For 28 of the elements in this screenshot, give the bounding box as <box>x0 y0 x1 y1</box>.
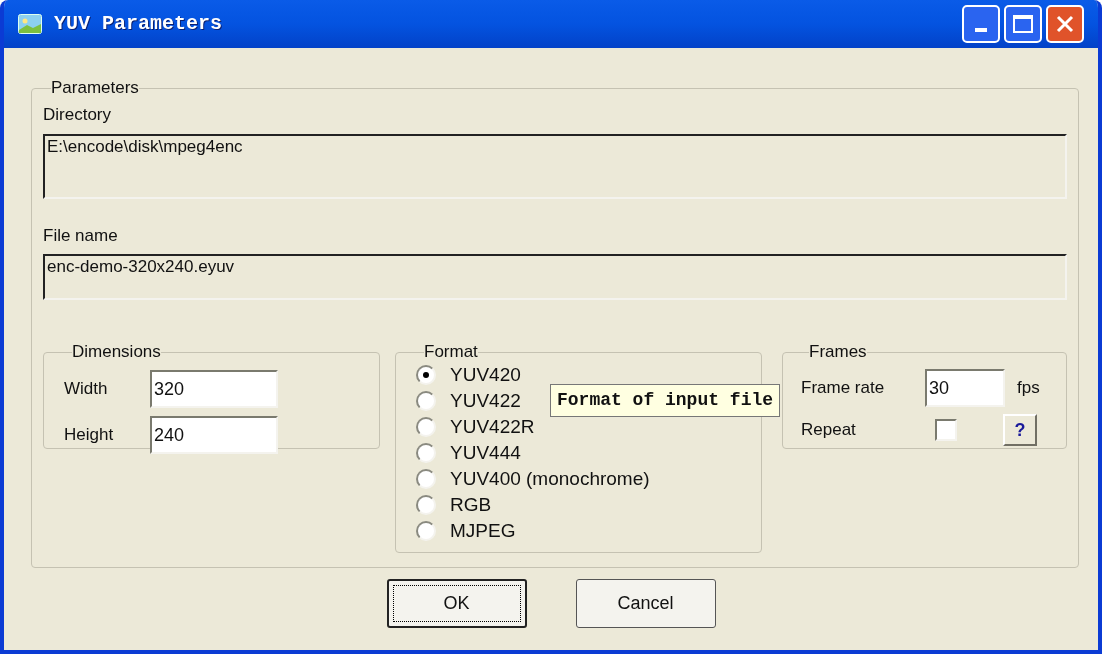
radio-label: YUV400 (monochrome) <box>450 466 650 491</box>
directory-field: E:\encode\disk\mpeg4enc <box>43 134 1067 199</box>
file-name-field: enc-demo-320x240.eyuv <box>43 254 1067 300</box>
radio-label: YUV422 <box>450 388 521 413</box>
unit-label: fps <box>1017 377 1040 400</box>
number-field[interactable]: 320 <box>150 370 278 408</box>
field-label: Directory <box>43 104 112 126</box>
field-label: File name <box>43 225 119 247</box>
number-field[interactable]: 240 <box>150 416 278 454</box>
radio-label: YUV422R <box>450 414 535 439</box>
group-label: Parameters <box>51 78 139 98</box>
field-label: Height <box>64 424 115 447</box>
field-label: Repeat <box>801 419 857 442</box>
help-button[interactable]: ? <box>1003 414 1037 446</box>
dialog-button[interactable]: OK <box>386 579 527 628</box>
radio-label: MJPEG <box>450 518 516 543</box>
dialog-button[interactable]: Cancel <box>575 579 716 628</box>
window-title: YUV Parameters <box>54 11 223 37</box>
group-label: Format <box>424 342 478 362</box>
field-label: Width <box>64 378 109 401</box>
radio-label: RGB <box>450 492 492 517</box>
group-label: Dimensions <box>72 342 161 362</box>
radio-label: YUV420 <box>450 362 521 387</box>
radio-label: YUV444 <box>450 440 521 465</box>
field-label: Frame rate <box>801 377 886 400</box>
group-label: Frames <box>809 342 867 362</box>
tooltip: Format of input file <box>550 384 781 417</box>
frame-rate-field[interactable]: 30 <box>925 369 1005 407</box>
